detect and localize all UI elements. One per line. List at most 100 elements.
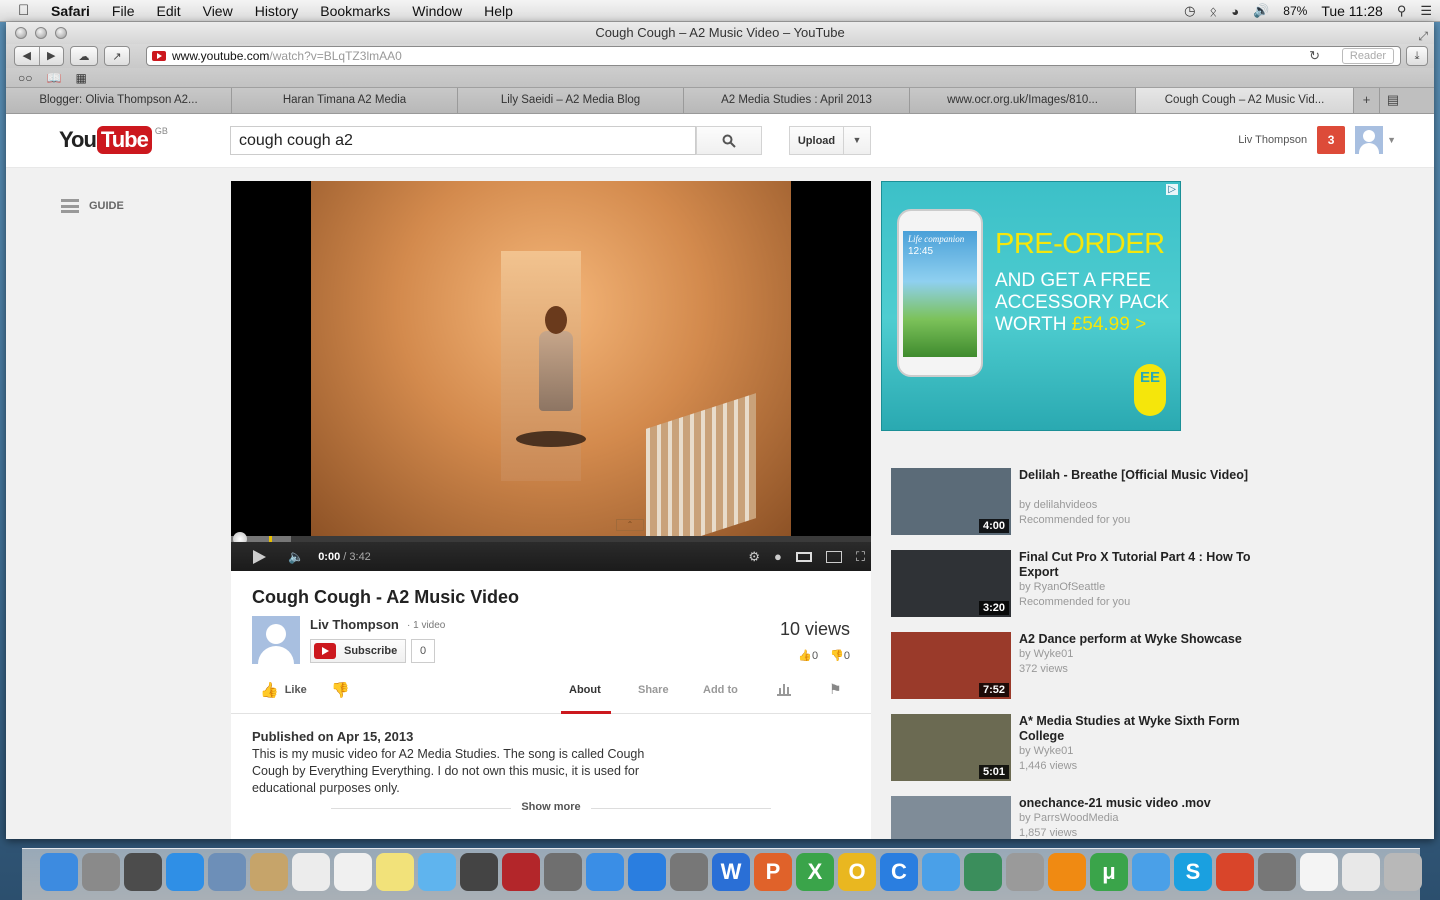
vlc-icon[interactable] bbox=[1048, 853, 1086, 891]
annotations-icon[interactable]: ● bbox=[774, 549, 782, 564]
skype-icon[interactable]: S bbox=[1174, 853, 1212, 891]
menu-window[interactable]: Window bbox=[401, 3, 473, 19]
notifications-badge[interactable]: 3 bbox=[1317, 126, 1346, 154]
wifi-icon[interactable]: ◕ bbox=[1231, 4, 1239, 19]
reading-list-icon[interactable]: ○○ bbox=[18, 71, 33, 85]
related-video-item[interactable]: 3:20 Final Cut Pro X Tutorial Part 4 : Ho… bbox=[891, 550, 1291, 620]
new-tab-button[interactable]: + bbox=[1354, 88, 1380, 113]
tab-a2-media[interactable]: A2 Media Studies : April 2013 bbox=[684, 88, 910, 113]
facetime-icon[interactable] bbox=[460, 853, 498, 891]
tab-overview-icon[interactable]: ▤ bbox=[1380, 88, 1406, 113]
migration-icon[interactable] bbox=[1132, 853, 1170, 891]
like-button[interactable]: 👍 Like bbox=[260, 681, 307, 699]
advertisement[interactable]: ▷ Life companion 12:45 PRE-ORDER AND GET… bbox=[881, 181, 1181, 431]
menu-help[interactable]: Help bbox=[473, 3, 524, 19]
tab-blogger[interactable]: Blogger: Olivia Thompson A2... bbox=[6, 88, 232, 113]
contacts-icon[interactable] bbox=[250, 853, 288, 891]
adchoices-icon[interactable]: ▷ bbox=[1166, 184, 1178, 195]
related-video-title[interactable]: onechance-21 music video .mov bbox=[1019, 796, 1279, 811]
related-video-title[interactable]: A2 Dance perform at Wyke Showcase bbox=[1019, 632, 1279, 647]
trash-icon[interactable] bbox=[1384, 853, 1422, 891]
menu-view[interactable]: View bbox=[192, 3, 244, 19]
flag-icon[interactable]: ⚑ bbox=[829, 681, 842, 698]
battery-status[interactable]: 87% bbox=[1283, 4, 1307, 18]
menu-edit[interactable]: Edit bbox=[145, 3, 191, 19]
launchpad-icon[interactable] bbox=[82, 853, 120, 891]
excel-icon[interactable]: X bbox=[796, 853, 834, 891]
outlook-icon[interactable]: O bbox=[838, 853, 876, 891]
related-video-channel[interactable]: by ParrsWoodMedia bbox=[1019, 811, 1118, 826]
video-thumbnail[interactable]: 7:52 bbox=[891, 632, 1011, 699]
tab-share[interactable]: Share bbox=[638, 684, 669, 696]
tab-about[interactable]: About bbox=[569, 684, 601, 696]
forward-button[interactable]: ▶ bbox=[40, 47, 64, 65]
avatar[interactable] bbox=[1355, 126, 1384, 154]
dashboard-icon[interactable] bbox=[124, 853, 162, 891]
username[interactable]: Liv Thompson bbox=[1238, 134, 1307, 146]
settings-gear-icon[interactable]: ⚙ bbox=[748, 549, 760, 565]
channel-name[interactable]: Liv Thompson bbox=[310, 617, 399, 632]
top-sites-icon[interactable]: ▦ bbox=[75, 71, 86, 85]
menu-file[interactable]: File bbox=[101, 3, 146, 19]
channel-video-count[interactable]: · 1 video bbox=[407, 620, 445, 631]
search-input[interactable]: cough cough a2 bbox=[230, 126, 696, 155]
related-video-item[interactable]: 5:10 onechance-21 music video .movby Parr… bbox=[891, 796, 1291, 839]
powerpoint-icon[interactable]: P bbox=[754, 853, 792, 891]
photo-booth-icon[interactable] bbox=[502, 853, 540, 891]
upload-button[interactable]: Upload ▼ bbox=[789, 126, 871, 155]
related-video-item[interactable]: 4:00 Delilah - Breathe [Official Music Vi… bbox=[891, 468, 1291, 538]
app-menu[interactable]: Safari bbox=[40, 3, 101, 19]
video-thumbnail[interactable]: 5:01 bbox=[891, 714, 1011, 781]
related-video-channel[interactable]: by Wyke01 bbox=[1019, 647, 1073, 662]
address-bar[interactable]: www.youtube.com /watch?v=BLqTZ3lmAA0 ↻ R… bbox=[146, 46, 1401, 66]
zoom-window-button[interactable] bbox=[55, 27, 67, 39]
minimize-window-button[interactable] bbox=[35, 27, 47, 39]
calendar-icon[interactable] bbox=[292, 853, 330, 891]
related-video-title[interactable]: A* Media Studies at Wyke Sixth Form Coll… bbox=[1019, 714, 1279, 744]
statistics-icon[interactable] bbox=[777, 684, 791, 696]
utorrent-icon[interactable]: μ bbox=[1090, 853, 1128, 891]
downloads-icon[interactable] bbox=[1342, 853, 1380, 891]
large-player-icon[interactable] bbox=[825, 550, 842, 563]
video-thumbnail[interactable]: 4:00 bbox=[891, 468, 1011, 535]
communicator-icon[interactable]: C bbox=[880, 853, 918, 891]
volume-icon[interactable]: 🔈 bbox=[288, 549, 304, 565]
preview-icon[interactable] bbox=[1258, 853, 1296, 891]
reminders-icon[interactable] bbox=[334, 853, 372, 891]
downloads-button[interactable]: ⤓ bbox=[1406, 46, 1428, 66]
share-button[interactable]: ↗ bbox=[104, 46, 130, 66]
messages-icon[interactable] bbox=[418, 853, 456, 891]
notes-icon[interactable] bbox=[376, 853, 414, 891]
system-preferences-icon[interactable] bbox=[670, 853, 708, 891]
menu-bookmarks[interactable]: Bookmarks bbox=[309, 3, 401, 19]
video-thumbnail[interactable]: 5:10 bbox=[891, 796, 1011, 839]
word-icon[interactable]: W bbox=[712, 853, 750, 891]
finder-icon[interactable] bbox=[40, 853, 78, 891]
remote-desktop-icon[interactable] bbox=[964, 853, 1002, 891]
app-store-icon[interactable] bbox=[628, 853, 666, 891]
video-player[interactable]: ⌃ 🔈 0:00 / 3:42 ⚙ ● ⛶ bbox=[231, 181, 871, 571]
itunes-icon[interactable] bbox=[586, 853, 624, 891]
bookmarks-icon[interactable]: 📖 bbox=[47, 71, 62, 85]
boot-camp-icon[interactable] bbox=[1006, 853, 1044, 891]
mail-icon[interactable] bbox=[208, 853, 246, 891]
safari-icon[interactable] bbox=[166, 853, 204, 891]
tab-lily[interactable]: Lily Saeidi – A2 Media Blog bbox=[458, 88, 684, 113]
bluetooth-icon[interactable]: ᛟ bbox=[1209, 4, 1217, 19]
volume-icon[interactable]: 🔊 bbox=[1253, 3, 1269, 19]
related-video-channel[interactable]: by Wyke01 bbox=[1019, 744, 1073, 759]
account-chevron-icon[interactable]: ▼ bbox=[1387, 135, 1396, 145]
tab-youtube-active[interactable]: Cough Cough – A2 Music Vid... bbox=[1136, 88, 1354, 113]
back-button[interactable]: ◀ bbox=[15, 47, 40, 65]
document-icon[interactable] bbox=[1300, 853, 1338, 891]
icloud-tabs-button[interactable]: ☁ bbox=[70, 46, 98, 66]
chevron-down-icon[interactable]: ▼ bbox=[844, 127, 870, 154]
related-video-item[interactable]: 5:01 A* Media Studies at Wyke Sixth Form … bbox=[891, 714, 1291, 784]
related-video-title[interactable]: Delilah - Breathe [Official Music Video] bbox=[1019, 468, 1279, 483]
related-video-channel[interactable]: by delilahvideos bbox=[1019, 498, 1097, 513]
iphoto-icon[interactable] bbox=[544, 853, 582, 891]
spotlight-icon[interactable]: ⚲ bbox=[1397, 3, 1407, 19]
play-icon[interactable] bbox=[253, 549, 266, 564]
guide-button[interactable]: GUIDE bbox=[61, 199, 124, 213]
video-thumbnail[interactable]: 3:20 bbox=[891, 550, 1011, 617]
